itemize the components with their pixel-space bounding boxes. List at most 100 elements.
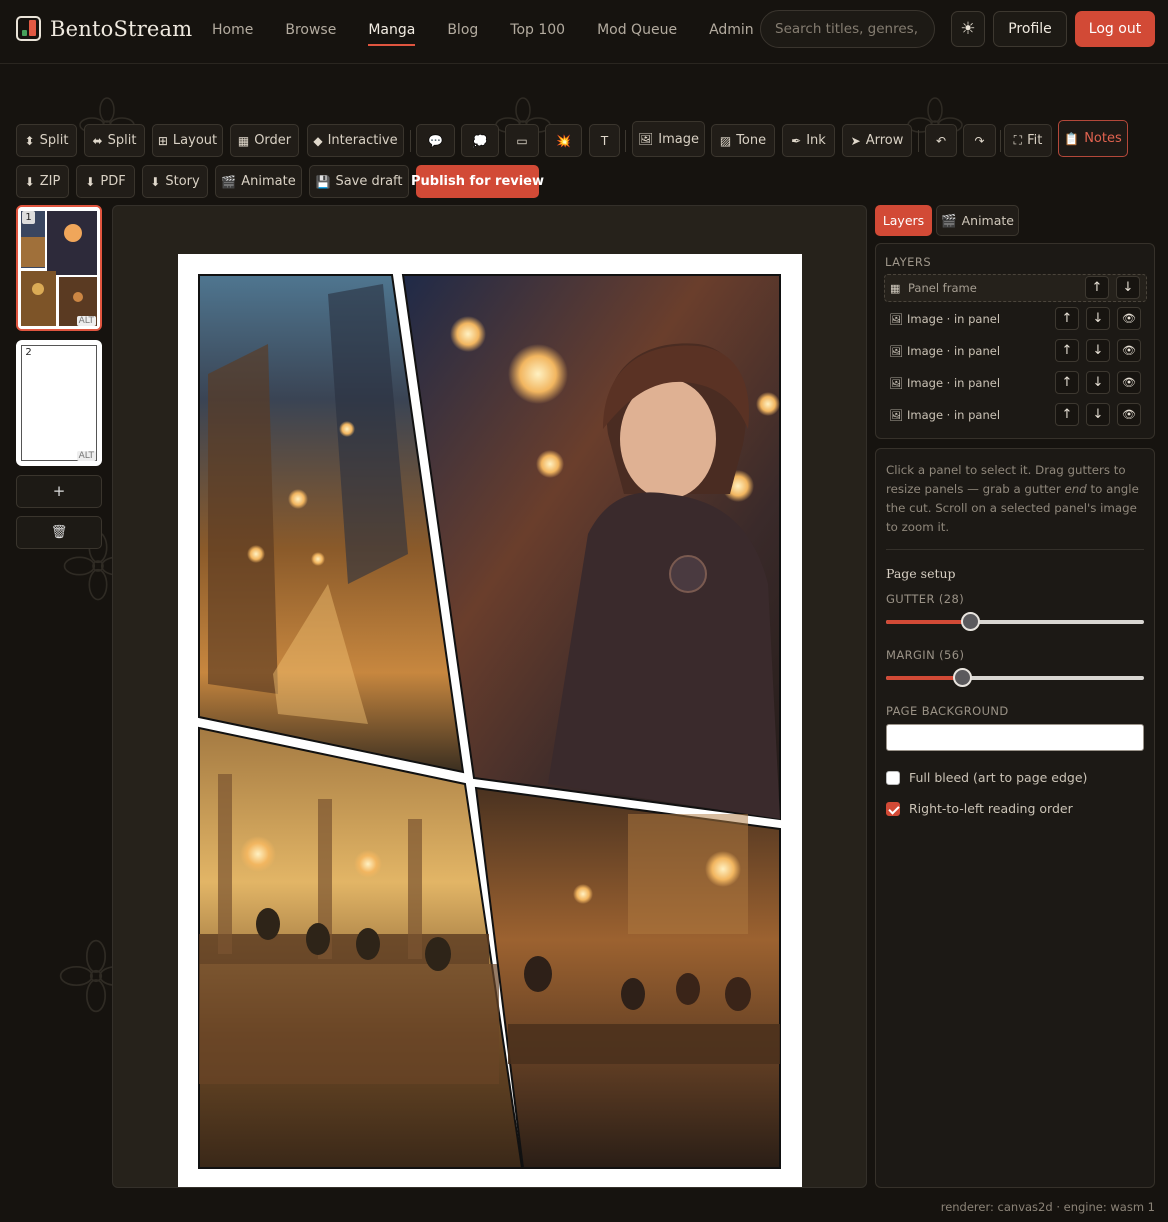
- theme-toggle-button[interactable]: ☀: [951, 11, 985, 47]
- save-draft-button[interactable]: 💾 Save draft: [309, 165, 409, 198]
- eye-icon[interactable]: 👁: [1117, 403, 1141, 426]
- full-bleed-option[interactable]: Full bleed (art to page edge): [886, 770, 1087, 785]
- move-layer-up-button[interactable]: ↑: [1055, 339, 1079, 362]
- renderer-status: renderer: canvas2d · engine: wasm 1: [940, 1200, 1155, 1214]
- arrow-icon: ➤: [850, 133, 861, 148]
- undo-icon: ↶: [935, 133, 947, 148]
- toolbar-divider: [410, 130, 411, 152]
- nav-manga[interactable]: Manga: [352, 0, 431, 64]
- download-story-button[interactable]: ⬇ Story: [142, 165, 208, 198]
- rtl-reading-checkbox[interactable]: [886, 801, 900, 816]
- download-icon: ⬇: [85, 174, 96, 189]
- eye-icon[interactable]: 👁: [1117, 371, 1141, 394]
- move-layer-up-button[interactable]: ↑: [1055, 307, 1079, 330]
- text-tool-button[interactable]: T: [589, 124, 620, 157]
- nav-browse[interactable]: Browse: [269, 0, 352, 64]
- speech-bubble-button[interactable]: 💬: [416, 124, 455, 157]
- image-icon: 🖼: [889, 312, 903, 326]
- caption-box-icon: ▭: [516, 133, 528, 148]
- image-icon: 🖼: [889, 344, 903, 358]
- split-horizontal-button[interactable]: ⬌ Split: [84, 124, 145, 157]
- rtl-reading-option[interactable]: Right-to-left reading order: [886, 801, 1073, 816]
- nav-mod-queue[interactable]: Mod Queue: [581, 0, 693, 64]
- layer-row-image[interactable]: 🖼 Image · in panel ↑ ↓ 👁: [884, 337, 1147, 365]
- download-icon: ⬇: [150, 174, 161, 189]
- move-layer-up-button[interactable]: ↑: [1055, 403, 1079, 426]
- gutter-slider-fill: [886, 620, 972, 624]
- page-thumbnail-1[interactable]: 1 ALT: [16, 205, 102, 331]
- page-background-label: PAGE BACKGROUND: [886, 704, 1009, 718]
- full-bleed-label: Full bleed (art to page edge): [909, 770, 1088, 785]
- thought-bubble-icon: 💭: [472, 133, 488, 148]
- toolbar-divider: [625, 130, 626, 152]
- ink-pen-icon: ✒: [791, 133, 802, 148]
- order-button[interactable]: ▦ Order: [230, 124, 299, 157]
- arrow-tool-button[interactable]: ➤ Arrow: [842, 124, 912, 157]
- move-layer-down-button[interactable]: ↓: [1086, 371, 1110, 394]
- margin-slider-handle[interactable]: [953, 668, 973, 687]
- eye-icon[interactable]: 👁: [1117, 339, 1141, 362]
- brand-logo[interactable]: BentoStream: [16, 16, 192, 41]
- sfx-burst-button[interactable]: 💥: [545, 124, 582, 157]
- layer-name: Image · in panel: [907, 344, 1001, 358]
- ink-tool-button[interactable]: ✒ Ink: [782, 124, 835, 157]
- gutter-slider-handle[interactable]: [961, 612, 981, 631]
- image-icon: 🖼: [889, 376, 903, 390]
- layer-row-image[interactable]: 🖼 Image · in panel ↑ ↓ 👁: [884, 369, 1147, 397]
- move-layer-down-button[interactable]: ↓: [1086, 339, 1110, 362]
- logout-button[interactable]: Log out: [1075, 11, 1155, 47]
- tab-layers[interactable]: Layers: [875, 205, 932, 236]
- notes-button[interactable]: 📋 Notes: [1058, 120, 1128, 157]
- eye-icon[interactable]: 👁: [1117, 307, 1141, 330]
- thought-bubble-button[interactable]: 💭: [461, 124, 499, 157]
- toolbar-divider: [918, 130, 919, 152]
- alt-text-badge[interactable]: ALT: [76, 451, 96, 461]
- undo-button[interactable]: ↶: [925, 124, 957, 157]
- nav-top-100[interactable]: Top 100: [494, 0, 581, 64]
- split-vertical-button[interactable]: ⬍ Split: [16, 124, 77, 157]
- explosion-icon: 💥: [556, 133, 571, 148]
- trash-icon: 🗑: [50, 525, 68, 540]
- move-layer-up-button[interactable]: ↑: [1085, 276, 1109, 299]
- main-nav: Home Browse Manga Blog Top 100 Mod Queue…: [196, 0, 770, 64]
- clapperboard-icon: 🎬: [221, 174, 237, 189]
- nav-home[interactable]: Home: [196, 0, 269, 64]
- comic-page[interactable]: [178, 254, 802, 1187]
- layout-button[interactable]: ⊞ Layout: [152, 124, 223, 157]
- layer-row-panel-frame[interactable]: ▦ Panel frame ↑ ↓: [884, 274, 1147, 302]
- move-layer-down-button[interactable]: ↓: [1086, 307, 1110, 330]
- page-thumbnail-2[interactable]: 2 ALT: [16, 340, 102, 466]
- fit-button[interactable]: ⛶ Fit: [1004, 124, 1052, 157]
- interactive-button[interactable]: ◆ Interactive: [307, 124, 404, 157]
- editor-canvas[interactable]: [112, 205, 867, 1188]
- split-horizontal-icon: ⬌: [92, 133, 103, 148]
- nav-blog[interactable]: Blog: [431, 0, 494, 64]
- download-zip-button[interactable]: ⬇ ZIP: [16, 165, 69, 198]
- delete-page-button[interactable]: 🗑: [16, 516, 102, 549]
- animate-button[interactable]: 🎬 Animate: [215, 165, 302, 198]
- move-layer-up-button[interactable]: ↑: [1055, 371, 1079, 394]
- profile-button[interactable]: Profile: [993, 11, 1067, 47]
- caption-box-button[interactable]: ▭: [505, 124, 539, 157]
- text-icon: T: [600, 133, 609, 148]
- publish-for-review-button[interactable]: Publish for review: [411, 165, 544, 198]
- gutter-slider[interactable]: [886, 612, 1144, 631]
- full-bleed-checkbox[interactable]: [886, 770, 900, 785]
- alt-text-badge[interactable]: ALT: [76, 316, 96, 326]
- move-layer-down-button[interactable]: ↓: [1086, 403, 1110, 426]
- order-icon: ▦: [237, 133, 250, 148]
- redo-button[interactable]: ↷: [963, 124, 996, 157]
- add-page-button[interactable]: +: [16, 475, 102, 508]
- search-input[interactable]: [760, 10, 935, 48]
- page-background-color-input[interactable]: [886, 724, 1144, 751]
- tone-tool-button[interactable]: ▨ Tone: [711, 124, 775, 157]
- layer-row-image[interactable]: 🖼 Image · in panel ↑ ↓ 👁: [884, 401, 1147, 429]
- layer-row-image[interactable]: 🖼 Image · in panel ↑ ↓ 👁: [884, 305, 1147, 333]
- move-layer-down-button[interactable]: ↓: [1116, 276, 1140, 299]
- margin-slider[interactable]: [886, 668, 1144, 687]
- image-tool-button[interactable]: 🖼 Image: [632, 121, 705, 157]
- nav-admin[interactable]: Admin: [693, 0, 770, 64]
- top-navigation-bar: BentoStream Home Browse Manga Blog Top 1…: [0, 0, 1168, 64]
- download-pdf-button[interactable]: ⬇ PDF: [76, 165, 135, 198]
- tab-animate[interactable]: 🎬 Animate: [936, 205, 1019, 236]
